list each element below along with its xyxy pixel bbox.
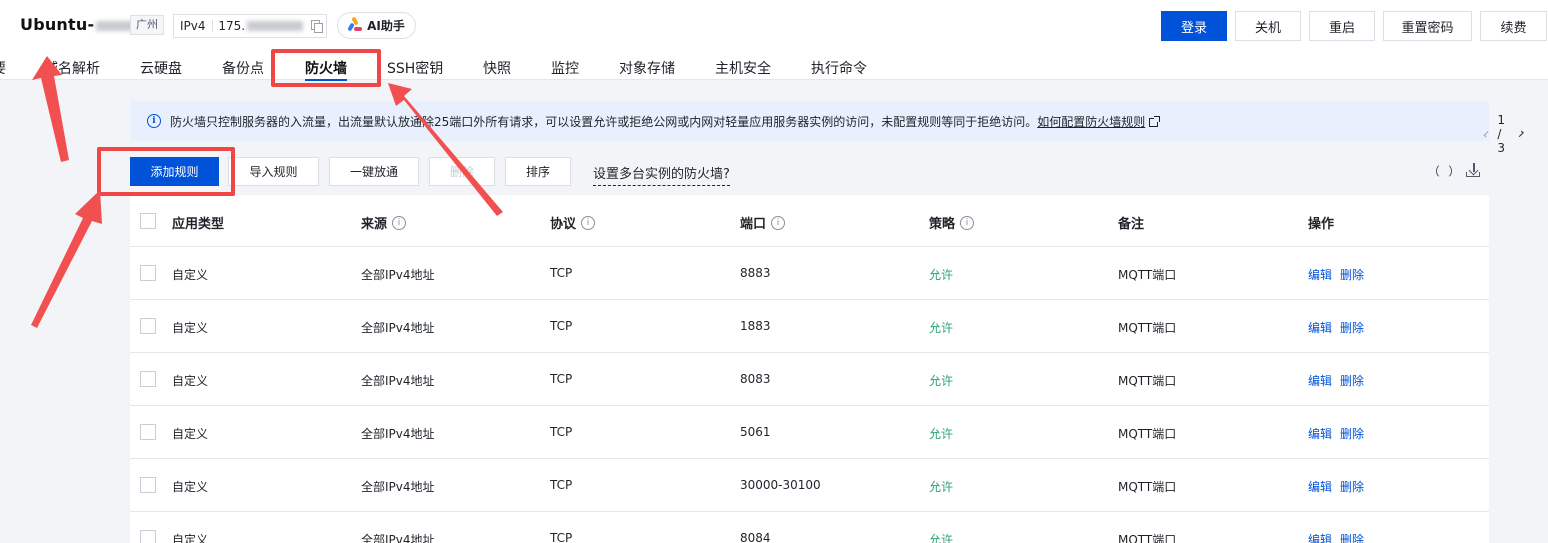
annotation-arrow xyxy=(388,83,503,216)
annotation-arrow xyxy=(31,190,102,328)
annotation-arrows xyxy=(31,56,503,328)
annotation-arrow xyxy=(32,56,69,162)
